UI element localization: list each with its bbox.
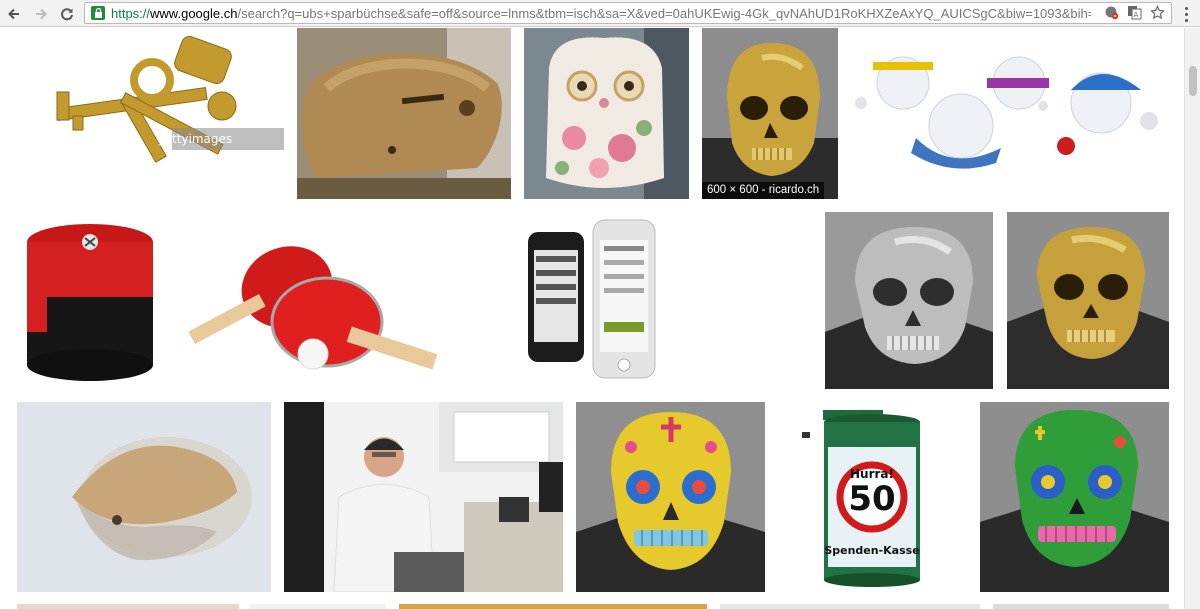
secure-lock-icon[interactable]: [91, 6, 105, 20]
image-result-phones[interactable]: [508, 212, 812, 389]
image-result-ping-pong[interactable]: [177, 212, 495, 389]
forward-button[interactable]: [31, 4, 51, 24]
back-arrow-icon: [8, 8, 19, 20]
menu-dot-icon: [1184, 12, 1188, 16]
image-result-partial[interactable]: [993, 604, 1169, 609]
image-results-grid: gettyimages 600 × 600 - ricardo.ch Hurra…: [0, 28, 1200, 609]
browser-toolbar: https://www.google.ch/search?q=ubs+sparb…: [0, 0, 1200, 27]
blur-pig-image: [17, 402, 271, 592]
image-result-keys[interactable]: gettyimages: [17, 28, 284, 199]
keys-image: gettyimages: [17, 28, 284, 199]
image-result-tin[interactable]: [17, 212, 163, 389]
address-bar[interactable]: https://www.google.ch/search?q=ubs+sparb…: [84, 2, 1172, 24]
gold-skull-image: [1007, 212, 1169, 389]
forward-arrow-icon: [36, 8, 47, 20]
back-button[interactable]: [4, 4, 24, 24]
image-result-wood-pig[interactable]: [297, 28, 511, 199]
glass-balls-image: [851, 28, 1169, 199]
image-result-green-skull[interactable]: [980, 402, 1169, 592]
url-text[interactable]: https://www.google.ch/search?q=ubs+sparb…: [111, 5, 1091, 22]
image-size-caption: 600 × 600 - ricardo.ch: [702, 182, 825, 199]
green-skull-image: [980, 402, 1169, 592]
image-result-silver-skull[interactable]: [825, 212, 993, 389]
tin-image: [17, 212, 163, 389]
wood-pig-image: [297, 28, 511, 199]
image-result-glass-balls[interactable]: [851, 28, 1169, 199]
svg-text:A: A: [1134, 11, 1139, 19]
url-path: /search?q=ubs+sparbüchse&safe=off&source…: [237, 6, 1091, 21]
can-label-text: Spenden-Kasse: [824, 544, 919, 557]
image-result-partial[interactable]: [720, 604, 980, 609]
scrollbar-thumb[interactable]: [1189, 66, 1197, 96]
yellow-skull-image: [576, 402, 765, 592]
page-scrollbar[interactable]: [1184, 28, 1200, 609]
cookie-blocked-icon[interactable]: [1104, 5, 1119, 20]
reload-button[interactable]: [57, 4, 77, 24]
image-result-partial[interactable]: [17, 604, 239, 609]
menu-dot-icon: [1184, 18, 1188, 22]
phones-image: [508, 212, 812, 389]
image-result-donation-can[interactable]: Hurra! 50 Spenden-Kasse: [778, 402, 967, 592]
image-result-partial[interactable]: [250, 604, 386, 609]
image-result-owl[interactable]: [524, 28, 689, 199]
owl-image: [524, 28, 689, 199]
image-result-blur-pig[interactable]: [17, 402, 271, 592]
silver-skull-image: [825, 212, 993, 389]
image-result-yellow-skull[interactable]: [576, 402, 765, 592]
ping-pong-image: [177, 212, 495, 389]
image-result-gold-skull-2[interactable]: [1007, 212, 1169, 389]
getty-watermark-text: gettyimages: [157, 132, 232, 146]
gold-skull-image: [702, 28, 838, 199]
url-scheme: https://: [111, 6, 151, 21]
browser-menu-button[interactable]: [1178, 4, 1194, 24]
can-number-text: 50: [848, 479, 895, 519]
bookmark-star-icon[interactable]: [1150, 5, 1165, 20]
donation-can-image: Hurra! 50 Spenden-Kasse: [778, 402, 967, 592]
man-office-image: [284, 402, 563, 592]
image-result-man-office[interactable]: [284, 402, 563, 592]
image-result-gold-skull[interactable]: 600 × 600 - ricardo.ch: [702, 28, 838, 199]
translate-icon[interactable]: A: [1127, 5, 1142, 20]
image-result-partial[interactable]: [399, 604, 707, 609]
reload-icon: [61, 8, 73, 21]
url-host: www.google.ch: [150, 6, 238, 21]
menu-dot-icon: [1184, 6, 1188, 10]
